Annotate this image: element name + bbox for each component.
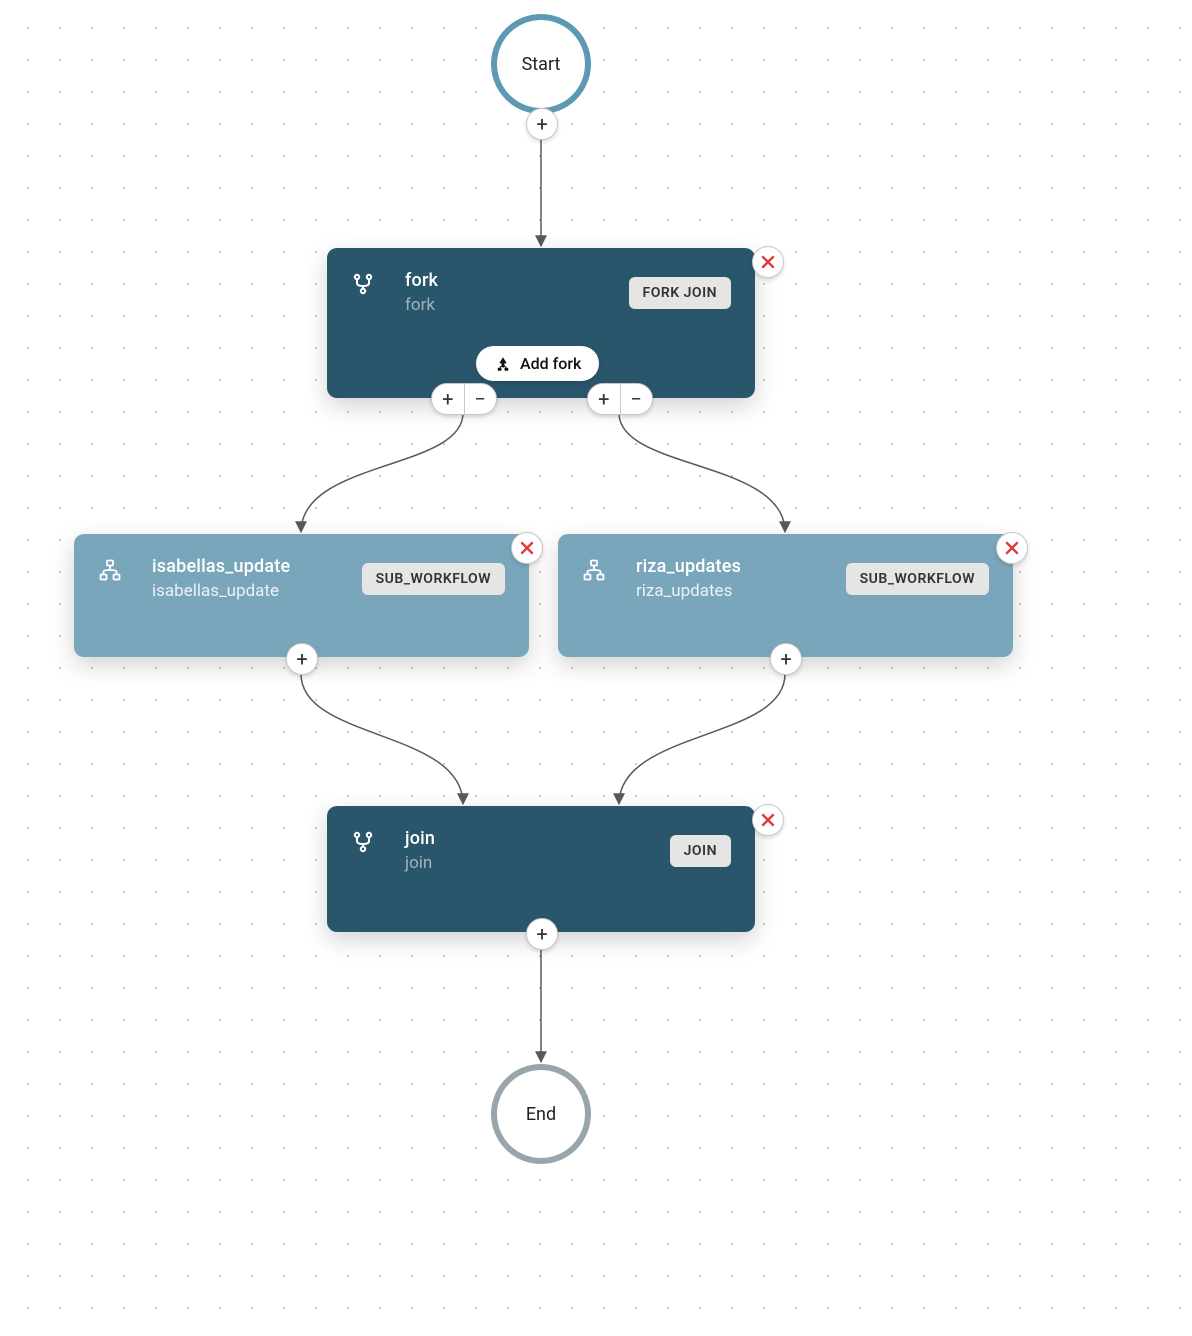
plus-icon: +	[536, 114, 547, 134]
delete-branch-riza-button[interactable]	[996, 532, 1028, 564]
branch-right-add-button[interactable]: +	[588, 384, 621, 414]
branch-isabellas-subtitle: isabellas_update	[152, 581, 290, 601]
delete-fork-button[interactable]	[752, 246, 784, 278]
plus-icon: +	[780, 649, 791, 669]
branch-riza-title: riza_updates	[636, 556, 741, 577]
join-type-badge: JOIN	[670, 835, 731, 867]
add-after-riza-button[interactable]: +	[770, 643, 802, 675]
add-fork-label: Add fork	[520, 354, 581, 373]
minus-icon: −	[475, 387, 486, 411]
delete-join-button[interactable]	[752, 804, 784, 836]
branch-riza-type-badge: SUB_WORKFLOW	[846, 563, 989, 595]
close-icon	[1005, 541, 1019, 555]
subworkflow-icon	[582, 556, 622, 582]
join-node[interactable]: join join JOIN	[327, 806, 755, 932]
minus-icon: −	[631, 387, 642, 411]
add-fork-button[interactable]: Add fork	[476, 346, 599, 381]
branch-right-remove-button[interactable]: −	[621, 384, 653, 414]
branch-riza-node[interactable]: riza_updates riza_updates SUB_WORKFLOW	[558, 534, 1013, 657]
plus-icon: +	[296, 649, 307, 669]
fork-branch-right-controls[interactable]: + −	[587, 383, 653, 415]
plus-icon: +	[442, 387, 453, 411]
fork-type-badge: FORK JOIN	[629, 277, 731, 309]
close-icon	[761, 813, 775, 827]
start-node[interactable]: Start	[491, 14, 591, 114]
workflow-canvas[interactable]: Start + fork fork FORK JOIN	[0, 0, 1192, 1336]
start-label: Start	[522, 54, 561, 75]
edge-layer	[0, 0, 1192, 1336]
join-title: join	[405, 828, 435, 849]
fork-title: fork	[405, 270, 438, 291]
fork-icon	[351, 270, 391, 296]
fork-subtitle: fork	[405, 295, 438, 315]
fork-branch-left-controls[interactable]: + −	[431, 383, 497, 415]
branch-left-add-button[interactable]: +	[432, 384, 465, 414]
add-after-start-button[interactable]: +	[526, 108, 558, 140]
end-node[interactable]: End	[491, 1064, 591, 1164]
fork-branch-icon	[494, 355, 512, 373]
join-subtitle: join	[405, 853, 435, 873]
branch-isabellas-node[interactable]: isabellas_update isabellas_update SUB_WO…	[74, 534, 529, 657]
branch-riza-subtitle: riza_updates	[636, 581, 741, 601]
join-icon	[351, 828, 391, 854]
add-after-isabellas-button[interactable]: +	[286, 643, 318, 675]
branch-isabellas-type-badge: SUB_WORKFLOW	[362, 563, 505, 595]
close-icon	[761, 255, 775, 269]
branch-left-remove-button[interactable]: −	[465, 384, 497, 414]
plus-icon: +	[536, 924, 547, 944]
close-icon	[520, 541, 534, 555]
add-after-join-button[interactable]: +	[526, 918, 558, 950]
branch-isabellas-title: isabellas_update	[152, 556, 290, 577]
plus-icon: +	[598, 387, 609, 411]
subworkflow-icon	[98, 556, 138, 582]
end-label: End	[526, 1104, 556, 1125]
delete-branch-isabellas-button[interactable]	[511, 532, 543, 564]
